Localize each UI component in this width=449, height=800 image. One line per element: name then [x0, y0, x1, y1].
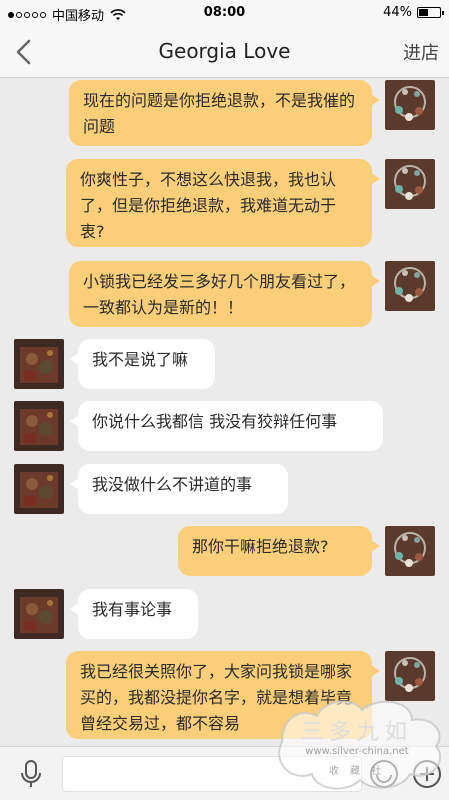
my-avatar[interactable] — [385, 159, 435, 209]
message-bubble-incoming: 你说什么我都信 我没有狡辩任何事 — [70, 401, 383, 451]
message-input[interactable] — [62, 756, 362, 792]
message-bubble-incoming: 我不是说了嘛 — [70, 339, 215, 389]
chat-title: Georgia Love — [158, 39, 291, 63]
plus-icon[interactable] — [412, 759, 442, 789]
input-bar — [0, 746, 449, 800]
my-avatar[interactable] — [385, 651, 435, 701]
chat-screen: 中国移动 08:00 44% Georgia Love 进店 现在的问题是你拒绝… — [0, 0, 449, 800]
emoji-icon[interactable] — [369, 759, 399, 789]
contact-avatar[interactable] — [14, 589, 64, 639]
contact-avatar[interactable] — [14, 464, 64, 514]
my-avatar[interactable] — [385, 80, 435, 130]
message-bubble-outgoing: 你爽性子，不想这么快退我，我也认了，但是你拒绝退款，我难道无动于衷? — [66, 159, 380, 247]
enter-store-button[interactable]: 进店 — [403, 39, 439, 65]
nav-bar: Georgia Love 进店 — [0, 26, 449, 78]
message-bubble-outgoing: 那你干嘛拒绝退款? — [178, 526, 380, 576]
message-bubble-outgoing: 小锁我已经发三多好几个朋友看过了，一致都认为是新的！！ — [69, 261, 380, 327]
clock: 08:00 — [203, 5, 246, 20]
my-avatar[interactable] — [385, 261, 435, 311]
battery-percent: 44% — [383, 5, 412, 20]
message-bubble-outgoing: 现在的问题是你拒绝退款，不是我催的问题 — [69, 80, 380, 146]
status-bar: 中国移动 08:00 44% — [0, 0, 449, 26]
message-bubble-outgoing: 我已经很关照你了，大家问我锁是哪家买的，我都没提你名字，就是想着毕竟曾经交易过，… — [66, 651, 380, 739]
contact-avatar[interactable] — [14, 401, 64, 451]
microphone-icon[interactable] — [18, 759, 44, 789]
battery-icon — [417, 7, 444, 18]
battery-level — [419, 9, 428, 16]
message-bubble-incoming: 我有事论事 — [70, 589, 198, 639]
message-bubble-incoming: 我没做什么不讲道的事 — [70, 464, 288, 514]
contact-avatar[interactable] — [14, 339, 64, 389]
my-avatar[interactable] — [385, 526, 435, 576]
status-right: 44% — [383, 5, 444, 20]
